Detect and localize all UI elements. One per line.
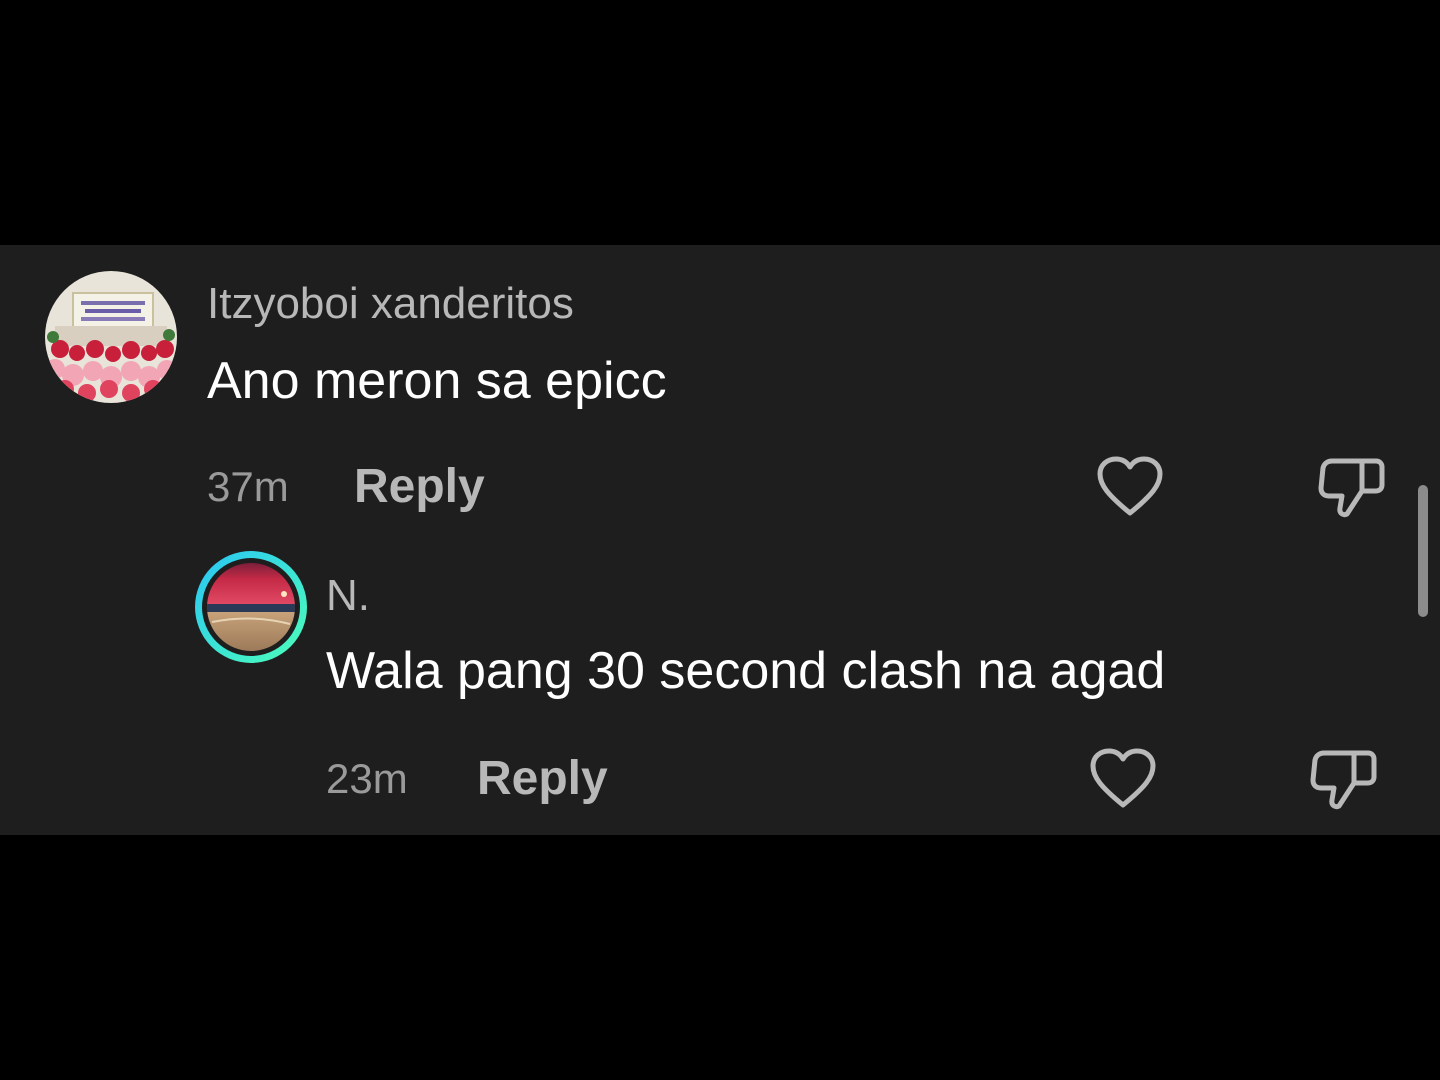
comment-timestamp: 37m [207, 463, 289, 510]
comment-text: Wala pang 30 second clash na agad [326, 642, 1166, 700]
comment-username[interactable]: N. [326, 571, 370, 621]
heart-icon[interactable] [1096, 455, 1164, 519]
comment-text: Ano meron sa epicc [207, 352, 667, 410]
reply-button[interactable]: Reply [477, 751, 608, 806]
comment-username[interactable]: Itzyoboi xanderitos [207, 279, 574, 329]
reply-button[interactable]: Reply [354, 459, 485, 514]
scrollbar-thumb[interactable] [1418, 485, 1428, 617]
avatar[interactable] [192, 548, 310, 666]
comment-timestamp: 23m [326, 755, 408, 802]
heart-icon[interactable] [1089, 747, 1157, 811]
avatar[interactable] [45, 271, 177, 403]
group-photo-avatar-image [45, 271, 177, 403]
letterbox-bottom [0, 835, 1440, 1080]
sunset-beach-avatar-image [195, 551, 307, 663]
comment-item: Itzyoboi xanderitos Ano meron sa epicc 3… [0, 245, 1440, 535]
thumbs-down-icon[interactable] [1310, 747, 1378, 811]
letterbox-top [0, 0, 1440, 245]
comments-panel: Itzyoboi xanderitos Ano meron sa epicc 3… [0, 245, 1440, 835]
thumbs-down-icon[interactable] [1318, 455, 1386, 519]
reply-item: N. Wala pang 30 second clash na agad 23m… [0, 535, 1440, 835]
